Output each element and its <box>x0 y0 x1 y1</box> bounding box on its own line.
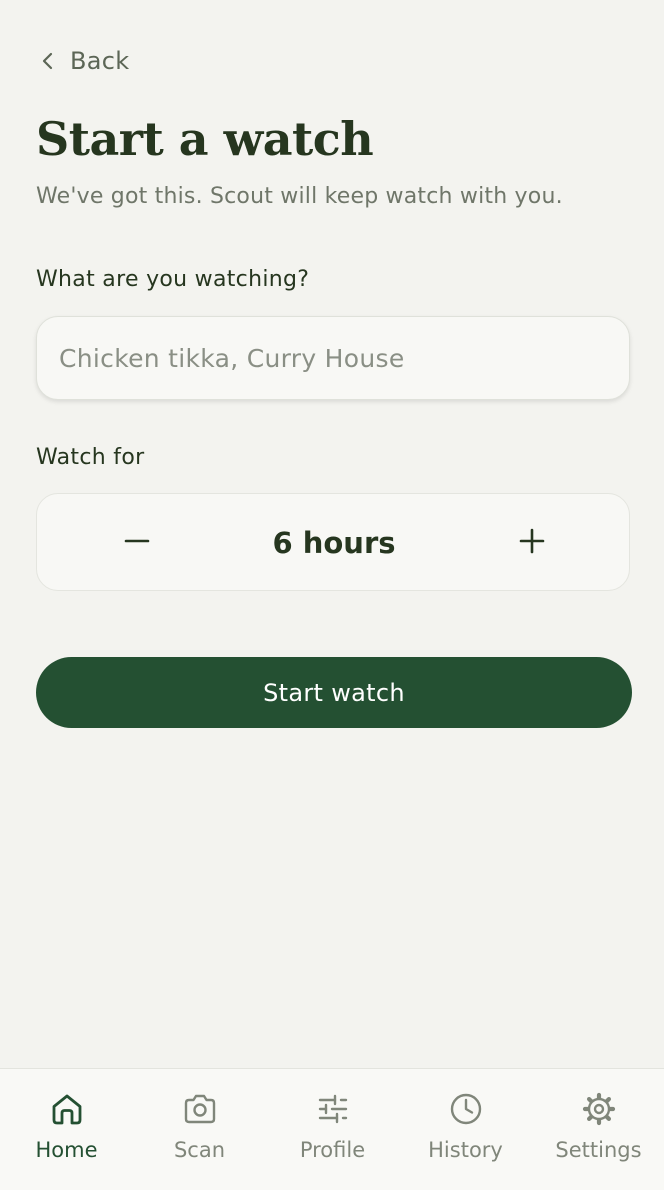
watch-duration-label: Watch for <box>36 445 145 470</box>
what-watching-label: What are you watching? <box>36 267 310 292</box>
home-icon <box>49 1091 85 1127</box>
clock-icon <box>448 1091 484 1127</box>
tab-home[interactable]: Home <box>0 1069 133 1189</box>
tab-history-label: History <box>428 1138 503 1162</box>
duration-value: 6 hours <box>272 526 396 560</box>
page-title: Start a watch <box>36 112 374 166</box>
tab-settings[interactable]: Settings <box>532 1069 664 1189</box>
back-button[interactable]: Back <box>38 44 129 78</box>
bottom-tab-bar: Home Scan Profile History Settings <box>0 1068 664 1190</box>
tab-settings-label: Settings <box>555 1138 642 1162</box>
minus-icon <box>123 527 151 559</box>
tab-scan[interactable]: Scan <box>133 1069 266 1189</box>
back-label: Back <box>70 47 130 75</box>
gear-icon <box>581 1091 617 1127</box>
tab-profile[interactable]: Profile <box>266 1069 399 1189</box>
start-watch-button[interactable]: Start watch <box>36 657 632 728</box>
tab-history[interactable]: History <box>399 1069 532 1189</box>
decrease-duration-button[interactable] <box>112 518 162 568</box>
duration-stepper: 6 hours <box>36 493 630 591</box>
tab-profile-label: Profile <box>299 1138 366 1162</box>
tab-home-label: Home <box>35 1138 98 1162</box>
tab-scan-label: Scan <box>173 1138 226 1162</box>
sliders-icon <box>315 1091 351 1127</box>
page-subtitle: We've got this. Scout will keep watch wi… <box>36 184 563 209</box>
plus-icon <box>518 527 546 559</box>
increase-duration-button[interactable] <box>507 518 557 568</box>
what-watching-input[interactable] <box>36 316 630 400</box>
chevron-left-icon <box>38 51 58 71</box>
camera-icon <box>182 1091 218 1127</box>
